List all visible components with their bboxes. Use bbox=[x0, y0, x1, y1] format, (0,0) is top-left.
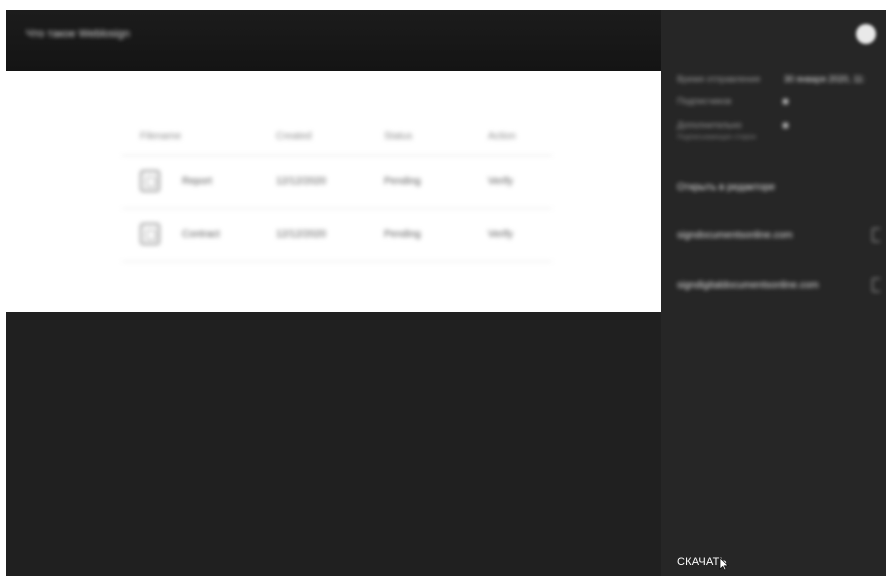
external-link-icon[interactable] bbox=[872, 278, 880, 292]
row-created: 12/12/2020 bbox=[276, 229, 327, 240]
row-created: 12/12/2020 bbox=[276, 176, 327, 187]
row-filename: Contract bbox=[182, 229, 220, 240]
mouse-cursor-icon bbox=[719, 557, 729, 571]
external-link-1[interactable]: signdocumentsonline.com bbox=[677, 230, 793, 241]
signers-marker bbox=[783, 99, 788, 104]
main-pane: Что такое Weblosign Filename Created Sta… bbox=[6, 10, 661, 576]
extra-marker bbox=[783, 123, 788, 128]
table-header: Filename Created Status Action bbox=[122, 119, 552, 156]
sent-date-value: 30 января 2020, 11: bbox=[784, 74, 866, 84]
app-window: Что такое Weblosign Filename Created Sta… bbox=[6, 10, 886, 576]
extra-sublabel: Подписывающих сторон bbox=[677, 134, 757, 141]
open-in-editor-link[interactable]: Открыть в редакторе bbox=[677, 182, 775, 193]
extra-label: Дополнительно bbox=[677, 120, 742, 130]
external-link-icon[interactable] bbox=[872, 228, 880, 242]
row-action-link[interactable]: Verify bbox=[488, 229, 513, 240]
column-header-filename[interactable]: Filename bbox=[140, 131, 181, 142]
details-panel: Время отправления 30 января 2020, 11: По… bbox=[661, 10, 886, 576]
row-action-link[interactable]: Verify bbox=[488, 176, 513, 187]
top-bar: Что такое Weblosign bbox=[6, 10, 661, 71]
row-status: Pending bbox=[384, 229, 421, 240]
sent-date-label: Время отправления bbox=[677, 74, 761, 84]
table-row[interactable]: Contract 12/12/2020 Pending Verify bbox=[122, 209, 552, 262]
external-link-2[interactable]: signdigitaldocumentsonline.com bbox=[677, 280, 819, 291]
page-title: Что такое Weblosign bbox=[26, 28, 130, 40]
column-header-action[interactable]: Action bbox=[488, 131, 516, 142]
file-icon bbox=[140, 170, 160, 192]
file-icon bbox=[140, 223, 160, 245]
column-header-created[interactable]: Created bbox=[276, 131, 312, 142]
signers-label: Подписчиков bbox=[677, 96, 732, 106]
documents-table: Filename Created Status Action Report 12… bbox=[122, 119, 552, 262]
close-icon[interactable] bbox=[856, 24, 876, 44]
table-row[interactable]: Report 12/12/2020 Pending Verify bbox=[122, 156, 552, 209]
row-filename: Report bbox=[182, 176, 213, 187]
row-status: Pending bbox=[384, 176, 421, 187]
content-area: Filename Created Status Action Report 12… bbox=[6, 71, 661, 312]
column-header-status[interactable]: Status bbox=[384, 131, 412, 142]
